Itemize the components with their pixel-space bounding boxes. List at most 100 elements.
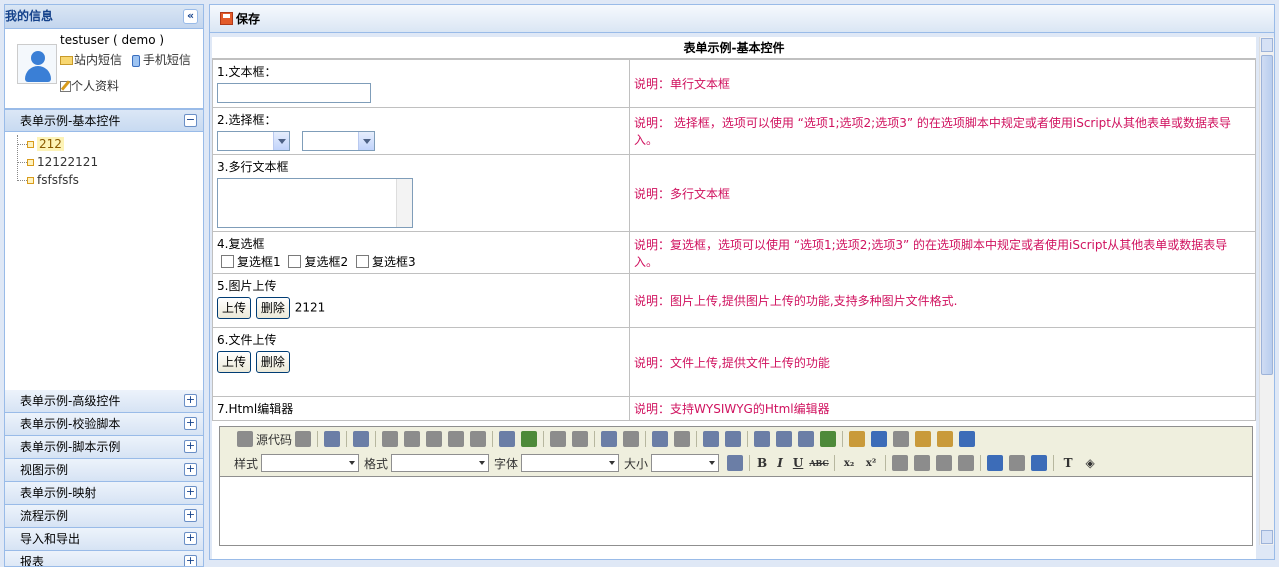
file-upload-button[interactable]: 上传 bbox=[217, 351, 252, 373]
link-icon[interactable] bbox=[987, 455, 1004, 471]
blockquote-icon[interactable] bbox=[798, 431, 815, 447]
undo-icon[interactable] bbox=[550, 431, 567, 447]
preview-icon[interactable] bbox=[324, 431, 341, 447]
strike-button[interactable]: ABC bbox=[807, 458, 831, 468]
source-icon[interactable] bbox=[237, 431, 253, 447]
expand-icon[interactable]: + bbox=[184, 394, 197, 407]
desc-cell: 说明：单行文本框 bbox=[629, 59, 1256, 108]
select-all-icon[interactable] bbox=[652, 431, 669, 447]
redo-icon[interactable] bbox=[572, 431, 589, 447]
expand-icon[interactable]: + bbox=[184, 555, 197, 566]
replace-icon[interactable] bbox=[623, 431, 640, 447]
collapse-sidebar-icon[interactable]: « bbox=[183, 9, 198, 24]
font-label: 字体 bbox=[494, 456, 519, 471]
expand-icon[interactable]: + bbox=[184, 463, 197, 476]
checkbox-2[interactable]: 复选框2 bbox=[284, 255, 348, 269]
tree-item-212[interactable]: 212 bbox=[5, 135, 203, 153]
save-button[interactable]: 保存 bbox=[220, 12, 260, 26]
checkbox-3[interactable]: 复选框3 bbox=[352, 255, 416, 269]
div-icon[interactable] bbox=[820, 431, 837, 447]
bulleted-list-icon[interactable] bbox=[725, 431, 742, 447]
anchor-icon[interactable] bbox=[1031, 455, 1048, 471]
smiley-icon[interactable] bbox=[915, 431, 932, 447]
vertical-scrollbar[interactable] bbox=[1259, 37, 1274, 545]
multiline-textarea[interactable] bbox=[217, 178, 413, 228]
table-icon[interactable] bbox=[871, 431, 888, 447]
format-select[interactable] bbox=[391, 454, 490, 472]
spellcheck-icon[interactable] bbox=[521, 431, 538, 447]
cut-icon[interactable] bbox=[382, 431, 399, 447]
scroll-up-icon[interactable] bbox=[1261, 38, 1273, 52]
select-1[interactable] bbox=[217, 131, 290, 151]
checkbox-1[interactable]: 复选框1 bbox=[217, 255, 281, 269]
desc-cell: 说明：复选框，选项可以使用 “选项1;选项2;选项3” 的在选项脚本中规定或者使… bbox=[629, 231, 1256, 274]
desc-cell: 说明：文件上传,提供文件上传的功能 bbox=[629, 327, 1256, 397]
image-upload-button[interactable]: 上传 bbox=[217, 297, 252, 319]
section-view-examples[interactable]: 视图示例 + bbox=[5, 459, 203, 482]
find-icon[interactable] bbox=[601, 431, 618, 447]
special-char-icon[interactable] bbox=[937, 431, 954, 447]
expand-icon[interactable]: + bbox=[184, 532, 197, 545]
paste-word-icon[interactable] bbox=[470, 431, 487, 447]
style-select[interactable] bbox=[261, 454, 360, 472]
select-2[interactable] bbox=[301, 131, 375, 151]
section-reports[interactable]: 报表 + bbox=[5, 551, 203, 566]
underline-button[interactable]: U bbox=[789, 456, 807, 470]
remove-format-icon[interactable] bbox=[674, 431, 691, 447]
expand-icon[interactable]: + bbox=[184, 486, 197, 499]
section-validation-script[interactable]: 表单示例-校验脚本 + bbox=[5, 413, 203, 436]
avatar bbox=[17, 44, 57, 84]
print-icon[interactable] bbox=[499, 431, 516, 447]
section-script-examples[interactable]: 表单示例-脚本示例 + bbox=[5, 436, 203, 459]
zoom-icon[interactable] bbox=[727, 455, 744, 471]
align-center-icon[interactable] bbox=[914, 455, 931, 471]
superscript-button[interactable]: x² bbox=[860, 458, 882, 469]
image-icon[interactable] bbox=[849, 431, 866, 447]
sms-link[interactable]: 手机短信 bbox=[131, 53, 191, 67]
tree-item-fsfsfsfs[interactable]: fsfsfsfs bbox=[5, 171, 203, 189]
section-import-export[interactable]: 导入和导出 + bbox=[5, 528, 203, 551]
size-select[interactable] bbox=[651, 454, 720, 472]
subscript-button[interactable]: x₂ bbox=[838, 458, 860, 469]
file-delete-button[interactable]: 删除 bbox=[255, 351, 290, 373]
expand-icon[interactable]: + bbox=[184, 509, 197, 522]
expand-icon[interactable]: + bbox=[184, 417, 197, 430]
text-color-button[interactable]: T bbox=[1057, 456, 1079, 470]
paste-text-icon[interactable] bbox=[448, 431, 465, 447]
font-select[interactable] bbox=[521, 454, 620, 472]
italic-button[interactable]: I bbox=[771, 456, 789, 470]
align-left-icon[interactable] bbox=[892, 455, 909, 471]
align-justify-icon[interactable] bbox=[958, 455, 975, 471]
image-delete-button[interactable]: 删除 bbox=[255, 297, 290, 319]
unlink-icon[interactable] bbox=[1009, 455, 1026, 471]
form-cell: 4.复选框 复选框1 复选框2 复选框3 bbox=[212, 231, 630, 274]
tree-item-12122121[interactable]: 12122121 bbox=[5, 153, 203, 171]
horizontal-rule-icon[interactable] bbox=[893, 431, 910, 447]
sidebar-title-bar: 我的信息 « bbox=[5, 5, 203, 29]
collapse-section-icon[interactable]: − bbox=[184, 114, 197, 127]
section-advanced-controls[interactable]: 表单示例-高级控件 + bbox=[5, 390, 203, 413]
section-workflow[interactable]: 流程示例 + bbox=[5, 505, 203, 528]
align-right-icon[interactable] bbox=[936, 455, 953, 471]
new-page-icon[interactable] bbox=[353, 431, 370, 447]
bg-color-button[interactable]: ◈ bbox=[1079, 456, 1101, 470]
profile-link[interactable]: 个人资料 bbox=[60, 77, 119, 94]
expand-icon[interactable]: + bbox=[184, 440, 197, 453]
scroll-thumb[interactable] bbox=[1261, 55, 1273, 375]
text-input[interactable] bbox=[217, 83, 371, 103]
bold-button[interactable]: B bbox=[753, 456, 771, 470]
source-button[interactable]: 源代码 bbox=[256, 431, 292, 448]
page-break-icon[interactable] bbox=[959, 431, 976, 447]
template-icon[interactable] bbox=[295, 431, 312, 447]
section-basic-controls[interactable]: 表单示例-基本控件 − bbox=[5, 109, 203, 132]
site-message-link[interactable]: 站内短信 bbox=[60, 53, 122, 67]
numbered-list-icon[interactable] bbox=[703, 431, 720, 447]
paste-icon[interactable] bbox=[426, 431, 443, 447]
scroll-down-icon[interactable] bbox=[1261, 530, 1273, 544]
save-icon bbox=[220, 12, 233, 25]
editor-body[interactable] bbox=[220, 477, 1252, 545]
section-mapping[interactable]: 表单示例-映射 + bbox=[5, 482, 203, 505]
copy-icon[interactable] bbox=[404, 431, 421, 447]
indent-icon[interactable] bbox=[776, 431, 793, 447]
outdent-icon[interactable] bbox=[754, 431, 771, 447]
